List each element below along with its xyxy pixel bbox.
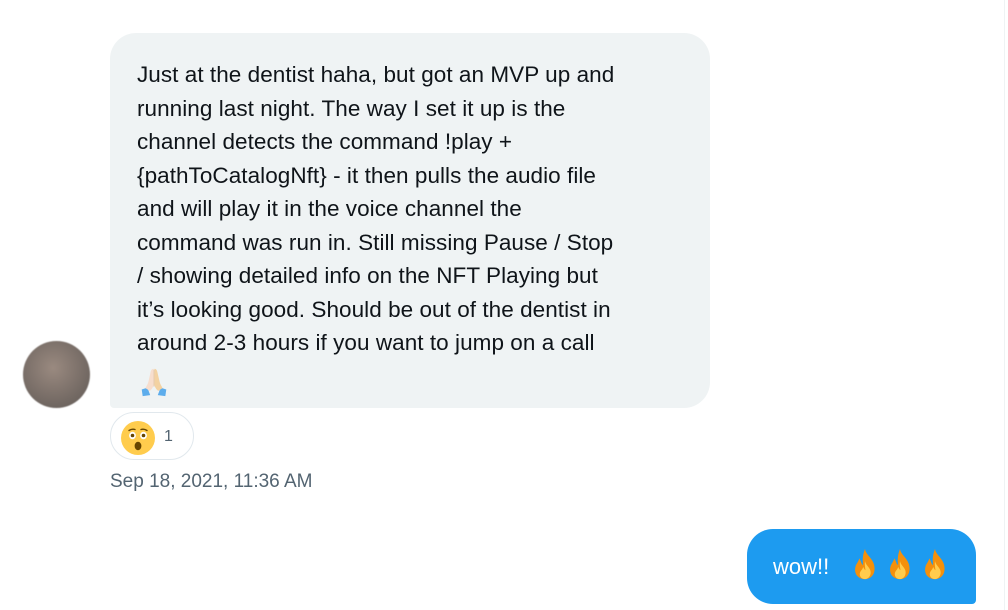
message-text-line: channel detects the command !play + xyxy=(137,129,513,154)
message-emoji-line xyxy=(137,360,684,396)
message-text-line: / showing detailed info on the NFT Playi… xyxy=(137,263,598,288)
fire-icon xyxy=(855,548,875,580)
outgoing-message-bubble[interactable]: wow!! xyxy=(747,529,976,604)
reaction-pill[interactable]: 1 xyxy=(110,412,194,460)
message-text-line: it’s looking good. Should be out of the … xyxy=(137,296,611,322)
reaction-count: 1 xyxy=(164,428,173,445)
message-text-line: around 2-3 hours if you want to jump on … xyxy=(137,330,595,355)
fire-icon xyxy=(925,548,945,580)
message-timestamp: Sep 18, 2021, 11:36 AM xyxy=(110,471,313,492)
fire-icon xyxy=(890,548,910,580)
message-text-line: running last night. The way I set it up … xyxy=(137,95,566,121)
folded-hands-icon xyxy=(141,368,167,396)
message-text-line: Just at the dentist haha, but got an MVP… xyxy=(137,62,615,87)
outgoing-message-text: wow!! xyxy=(773,554,830,579)
message-text-line: {pathToCatalogNft} - it then pulls the a… xyxy=(137,162,596,188)
avatar[interactable] xyxy=(23,341,90,408)
message-text-line: and will play it in the voice channel th… xyxy=(137,196,522,221)
message-text-line: command was run in. Still missing Pause … xyxy=(137,229,614,255)
scroll-edge-divider xyxy=(1004,0,1005,610)
astonished-face-icon xyxy=(121,421,155,455)
outgoing-emoji-row xyxy=(848,547,952,581)
incoming-message-bubble[interactable]: Just at the dentist haha, but got an MVP… xyxy=(110,33,710,408)
